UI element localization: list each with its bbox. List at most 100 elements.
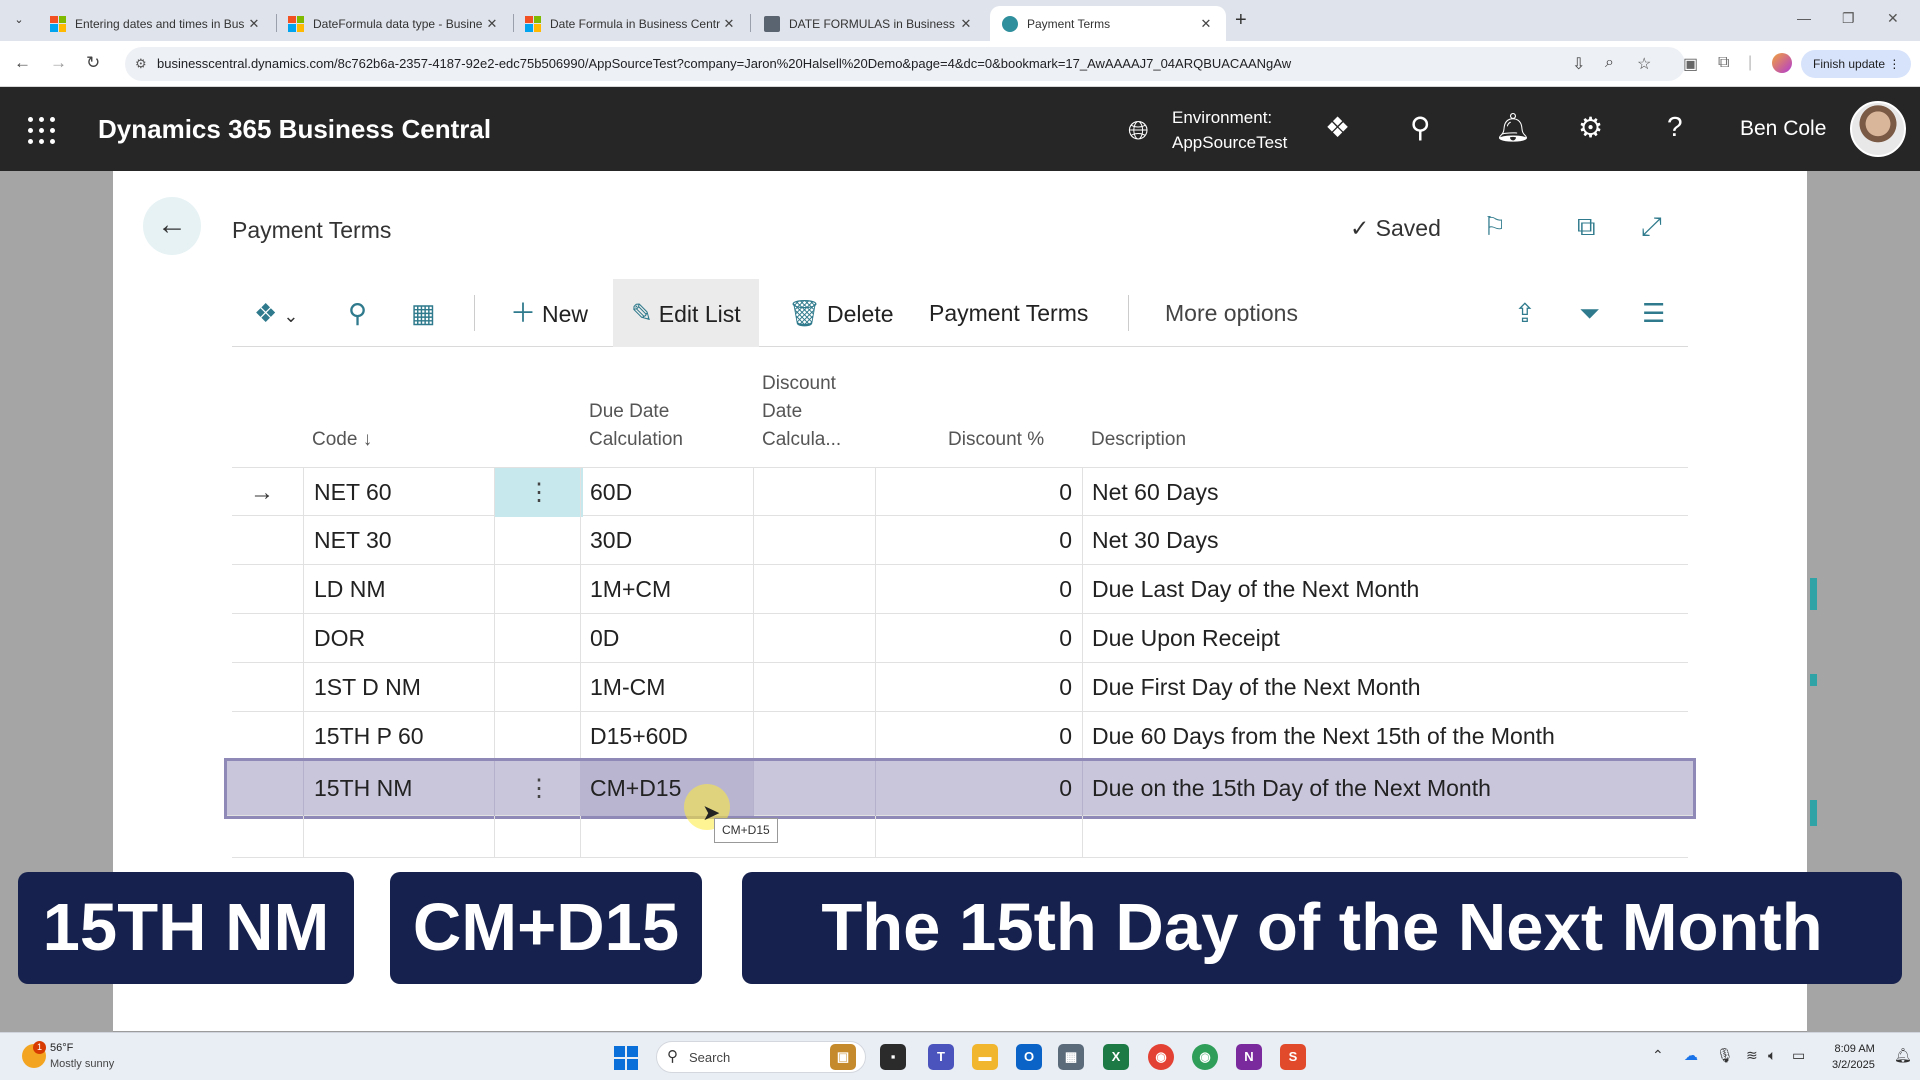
column-header-description[interactable]: Description [1091,426,1186,454]
reload-icon[interactable]: ↻ [86,53,100,73]
filter-button[interactable]: ⏷ [1579,279,1606,347]
windows-start-icon[interactable] [614,1046,638,1070]
extension-icon[interactable]: ▣ [1683,54,1698,74]
clock[interactable]: 8:09 AM 3/2/2025 [1832,1041,1875,1073]
bookmark-star-icon[interactable]: ☆ [1637,54,1651,74]
puzzle-icon[interactable]: ⧉ [1718,54,1729,72]
minimize-icon[interactable]: — [1797,10,1811,26]
back-button[interactable]: ← [143,197,201,255]
cell-discount-percent[interactable]: 0 [875,761,1082,816]
cell-description[interactable]: Due Last Day of the Next Month [1082,565,1682,614]
cell-discount-percent[interactable]: 0 [875,516,1082,565]
column-header-code[interactable]: Code ↓ [312,426,372,454]
url-field[interactable]: ⚙ businesscentral.dynamics.com/8c762b6a-… [125,47,1685,81]
browser-tab-1[interactable]: Entering dates and times in Bus ✕ [38,6,274,41]
cell-discount-date-calculation[interactable] [753,712,875,761]
excel-icon[interactable]: X [1103,1044,1129,1070]
browser-tab-3[interactable]: Date Formula in Business Centr ✕ [513,6,749,41]
bell-icon[interactable]: 🔔︎ [1495,111,1531,144]
wifi-icon[interactable]: ≋ [1746,1047,1758,1064]
close-icon[interactable]: ✕ [1198,16,1214,32]
close-icon[interactable]: ✕ [246,16,262,32]
calculator-icon[interactable]: ▦ [1058,1044,1084,1070]
row-actions-ellipsis-icon[interactable]: ⋮ [495,468,583,517]
finish-update-button[interactable]: Finish update ⋮ [1801,50,1911,78]
close-icon[interactable]: ✕ [484,16,500,32]
weather-temperature[interactable]: 56°F [50,1042,73,1054]
table-row-empty[interactable] [232,816,1688,858]
cell-description[interactable]: Net 60 Days [1082,468,1682,517]
cell-discount-date-calculation[interactable] [753,614,875,663]
cell-description[interactable]: Due on the 15th Day of the Next Month [1082,761,1682,816]
cell-code[interactable]: 1ST D NM [304,663,494,712]
battery-icon[interactable]: ▭ [1792,1047,1805,1064]
delete-button[interactable]: 🗑︎ Delete [788,279,894,347]
cell-due-date-calculation[interactable]: 30D [580,516,753,565]
outlook-icon[interactable]: O [1016,1044,1042,1070]
avatar[interactable] [1850,101,1906,157]
zoom-icon[interactable]: ⌕ [1605,54,1614,72]
cell-discount-percent[interactable]: 0 [875,614,1082,663]
snagit-icon[interactable]: S [1280,1044,1306,1070]
cell-discount-date-calculation[interactable] [753,468,875,517]
more-options-button[interactable]: More options [1165,279,1298,347]
volume-icon[interactable]: 🔈︎ [1768,1047,1776,1064]
close-icon[interactable]: ✕ [721,16,737,32]
cell-due-date-calculation[interactable]: 1M+CM [580,565,753,614]
search-icon[interactable]: ⚲ [1410,111,1431,144]
table-row[interactable]: NET 30 30D 0 Net 30 Days [232,516,1688,565]
column-header-discount-date-calculation[interactable]: Discount Date Calcula... [762,370,841,454]
environment-info[interactable]: Environment: AppSourceTest [1172,105,1287,155]
cell-discount-date-calculation[interactable] [753,516,875,565]
table-row[interactable]: 1ST D NM 1M-CM 0 Due First Day of the Ne… [232,663,1688,712]
user-name[interactable]: Ben Cole [1740,117,1826,141]
onedrive-icon[interactable]: ☁ [1684,1047,1698,1064]
cell-discount-date-calculation[interactable] [753,761,875,816]
cell-description[interactable]: Due First Day of the Next Month [1082,663,1682,712]
forward-arrow-icon[interactable]: → [50,53,67,73]
cell-code[interactable]: NET 60 [304,468,494,517]
table-row[interactable]: 15TH P 60 D15+60D 0 Due 60 Days from the… [232,712,1688,761]
analysis-mode-button[interactable]: ▦ [411,279,442,347]
cell-due-date-calculation[interactable]: 0D [580,614,753,663]
gear-icon[interactable]: ⚙ [1578,111,1603,144]
cell-code[interactable]: 15TH NM [304,761,494,816]
share-button[interactable]: ⇪ [1514,279,1542,347]
briefcase-app-icon[interactable]: ▣ [830,1044,856,1070]
notification-icon[interactable]: 🔔︎ [1894,1047,1912,1064]
new-button[interactable]: ＋ New [510,279,588,347]
cell-due-date-calculation[interactable]: D15+60D [580,712,753,761]
close-icon[interactable]: ✕ [958,16,974,32]
row-actions-ellipsis-icon[interactable]: ⋮ [495,761,583,816]
profile-avatar[interactable] [1772,53,1792,73]
chevron-up-icon[interactable]: ⌃ [1652,1047,1664,1064]
task-view-icon[interactable]: ▪ [880,1044,906,1070]
cell-description[interactable]: Due Upon Receipt [1082,614,1682,663]
table-row[interactable]: → NET 60 ⋮ 60D 0 Net 60 Days [232,467,1688,517]
help-icon[interactable]: ? [1667,111,1683,143]
cell-discount-date-calculation[interactable] [753,663,875,712]
tab-search-chevron-icon[interactable]: ⌄ [10,11,28,29]
teams-icon[interactable]: T [928,1044,954,1070]
cell-code[interactable]: 15TH P 60 [304,712,494,761]
copilot-icon[interactable]: ❖ [1325,111,1350,144]
chrome-icon[interactable]: ◉ [1148,1044,1174,1070]
edit-list-button[interactable]: ✎ Edit List [613,279,759,347]
chrome-profile-icon[interactable]: ◉ [1192,1044,1218,1070]
cell-discount-percent[interactable]: 0 [875,565,1082,614]
new-tab-icon[interactable]: + [1235,9,1247,32]
copilot-menu-button[interactable]: ❖ ⌄ [254,279,298,347]
cell-description[interactable]: Due 60 Days from the Next 15th of the Mo… [1082,712,1682,761]
cell-due-date-calculation[interactable]: 1M-CM [580,663,753,712]
install-app-icon[interactable]: ⇩ [1572,54,1585,74]
file-explorer-icon[interactable]: ▬ [972,1044,998,1070]
column-header-discount-percent[interactable]: Discount % [948,426,1044,454]
microphone-icon[interactable]: 🎙︎ [1716,1047,1734,1064]
close-window-icon[interactable]: ✕ [1887,10,1899,27]
onenote-icon[interactable]: N [1236,1044,1262,1070]
cell-discount-percent[interactable]: 0 [875,712,1082,761]
bookmark-icon[interactable]: ⚐ [1483,211,1506,242]
back-arrow-icon[interactable]: ← [14,53,31,73]
cell-due-date-calculation[interactable]: 60D [580,468,753,517]
browser-tab-5-active[interactable]: Payment Terms ✕ [990,6,1226,41]
